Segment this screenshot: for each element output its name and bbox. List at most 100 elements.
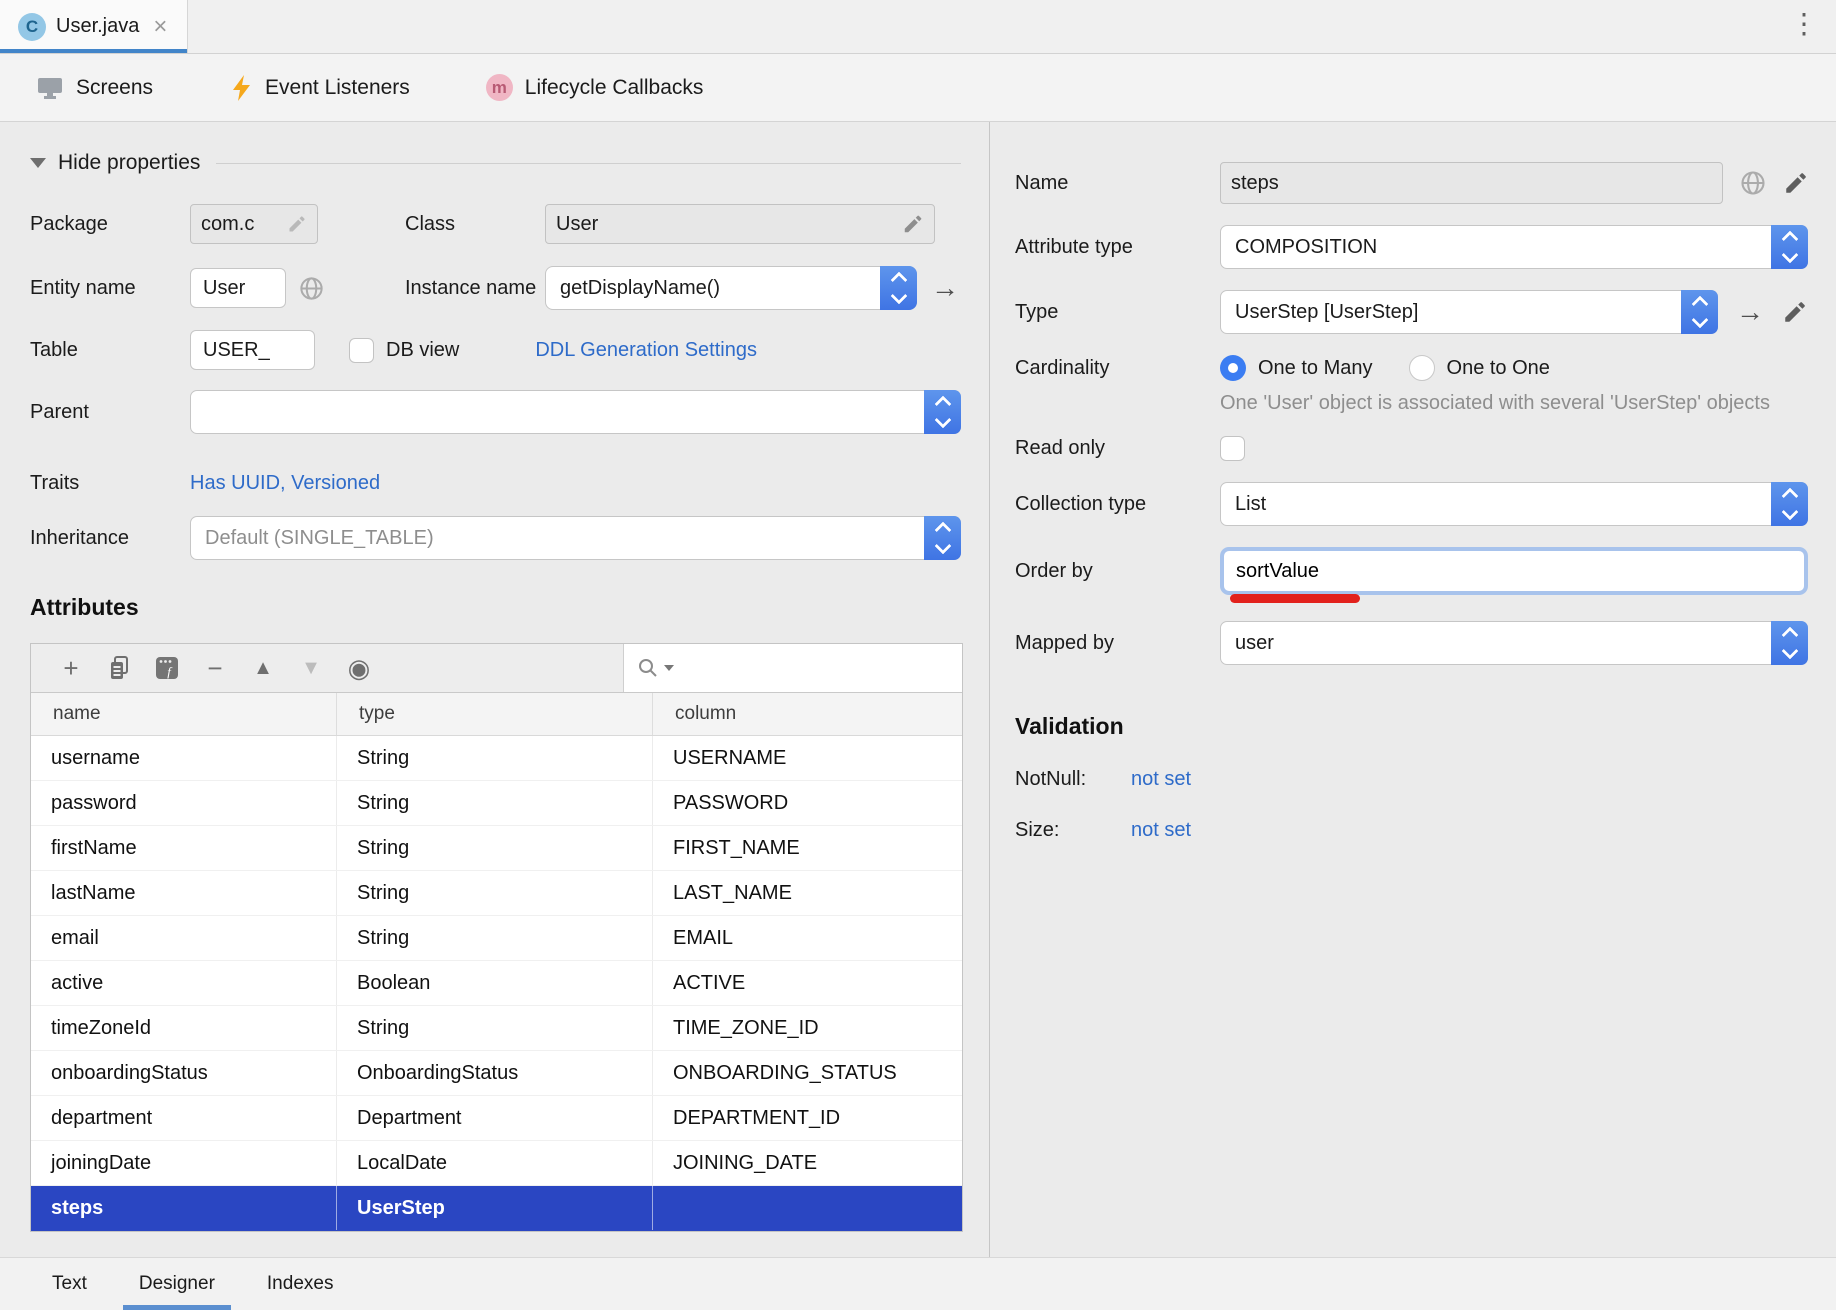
traits-link[interactable]: Has UUID, Versioned bbox=[190, 472, 380, 495]
read-only-checkbox[interactable] bbox=[1220, 436, 1245, 461]
mapped-by-dropdown[interactable]: user bbox=[1220, 621, 1808, 665]
navigate-arrow-icon[interactable]: → bbox=[931, 274, 959, 302]
type-dropdown[interactable]: UserStep [UserStep] bbox=[1220, 290, 1718, 334]
attr-name[interactable]: username bbox=[31, 736, 337, 780]
attr-column[interactable]: LAST_NAME bbox=[653, 871, 962, 915]
move-up-button[interactable]: ▲ bbox=[239, 644, 287, 692]
collection-type-dropdown[interactable]: List bbox=[1220, 482, 1808, 526]
attr-type[interactable]: Boolean bbox=[337, 961, 653, 1005]
attr-type[interactable]: LocalDate bbox=[337, 1141, 653, 1185]
attr-type[interactable]: OnboardingStatus bbox=[337, 1051, 653, 1095]
edit-pencil-icon[interactable] bbox=[287, 214, 307, 234]
stepper-control[interactable] bbox=[1681, 290, 1718, 334]
kebab-menu-icon[interactable]: ⋮ bbox=[1790, 10, 1818, 38]
attr-name[interactable]: email bbox=[31, 916, 337, 960]
screens-button[interactable]: Screens bbox=[36, 75, 153, 101]
attr-type[interactable]: Department bbox=[337, 1096, 653, 1140]
event-listeners-button[interactable]: Event Listeners bbox=[229, 74, 410, 102]
lifecycle-callbacks-button[interactable]: m Lifecycle Callbacks bbox=[486, 74, 704, 101]
table-row-selected[interactable]: steps UserStep bbox=[31, 1186, 962, 1231]
table-row[interactable]: onboardingStatus OnboardingStatus ONBOAR… bbox=[31, 1051, 962, 1096]
search-options-caret-icon[interactable] bbox=[664, 665, 674, 671]
copy-attribute-button[interactable] bbox=[95, 644, 143, 692]
attribute-search[interactable] bbox=[623, 644, 962, 692]
stepper-control[interactable] bbox=[924, 390, 961, 434]
attr-column[interactable]: ONBOARDING_STATUS bbox=[653, 1051, 962, 1095]
stepper-control[interactable] bbox=[1771, 482, 1808, 526]
stepper-control[interactable] bbox=[880, 266, 917, 310]
attr-column[interactable] bbox=[653, 1186, 962, 1230]
table-row[interactable]: email String EMAIL bbox=[31, 916, 962, 961]
column-header-name[interactable]: name bbox=[31, 693, 337, 735]
edit-pencil-icon[interactable] bbox=[1782, 299, 1808, 325]
table-row[interactable]: firstName String FIRST_NAME bbox=[31, 826, 962, 871]
tab-indexes[interactable]: Indexes bbox=[241, 1258, 360, 1310]
table-row[interactable]: password String PASSWORD bbox=[31, 781, 962, 826]
attribute-name-field[interactable]: steps bbox=[1220, 162, 1723, 204]
attr-column[interactable]: USERNAME bbox=[653, 736, 962, 780]
table-row[interactable]: username String USERNAME bbox=[31, 736, 962, 781]
edit-pencil-icon[interactable] bbox=[902, 213, 924, 235]
attr-column[interactable]: PASSWORD bbox=[653, 781, 962, 825]
attr-name[interactable]: steps bbox=[31, 1186, 337, 1230]
attr-name[interactable]: timeZoneId bbox=[31, 1006, 337, 1050]
attr-column[interactable]: ACTIVE bbox=[653, 961, 962, 1005]
table-row[interactable]: lastName String LAST_NAME bbox=[31, 871, 962, 916]
add-attribute-button[interactable]: + bbox=[47, 644, 95, 692]
instance-name-combobox[interactable]: getDisplayName() bbox=[545, 266, 917, 310]
globe-icon[interactable] bbox=[298, 275, 325, 302]
attr-type[interactable]: String bbox=[337, 1006, 653, 1050]
table-row[interactable]: joiningDate LocalDate JOINING_DATE bbox=[31, 1141, 962, 1186]
edit-pencil-icon[interactable] bbox=[1783, 170, 1809, 196]
tab-text[interactable]: Text bbox=[26, 1258, 113, 1310]
attribute-type-dropdown[interactable]: COMPOSITION bbox=[1220, 225, 1808, 269]
inheritance-dropdown[interactable]: Default (SINGLE_TABLE) bbox=[190, 516, 961, 560]
size-value-link[interactable]: not set bbox=[1131, 819, 1191, 842]
attr-column[interactable]: JOINING_DATE bbox=[653, 1141, 962, 1185]
attr-name[interactable]: active bbox=[31, 961, 337, 1005]
stepper-control[interactable] bbox=[1771, 225, 1808, 269]
one-to-one-radio[interactable] bbox=[1409, 355, 1435, 381]
db-view-checkbox[interactable] bbox=[349, 338, 374, 363]
notnull-value-link[interactable]: not set bbox=[1131, 768, 1191, 791]
order-by-input[interactable] bbox=[1224, 551, 1804, 591]
remove-attribute-button[interactable]: − bbox=[191, 644, 239, 692]
globe-icon[interactable] bbox=[1739, 169, 1767, 197]
attr-type[interactable]: String bbox=[337, 871, 653, 915]
attr-name[interactable]: password bbox=[31, 781, 337, 825]
attr-type[interactable]: String bbox=[337, 781, 653, 825]
ddl-generation-settings-link[interactable]: DDL Generation Settings bbox=[535, 339, 757, 362]
navigate-arrow-icon[interactable]: → bbox=[1736, 298, 1764, 326]
table-name-field[interactable]: USER_ bbox=[190, 330, 315, 370]
package-field[interactable]: com.c bbox=[190, 204, 318, 244]
table-row[interactable]: timeZoneId String TIME_ZONE_ID bbox=[31, 1006, 962, 1051]
close-icon[interactable]: × bbox=[153, 15, 167, 39]
visibility-button[interactable]: ◉ bbox=[335, 644, 383, 692]
one-to-many-radio[interactable] bbox=[1220, 355, 1246, 381]
attr-type[interactable]: String bbox=[337, 736, 653, 780]
create-dto-button[interactable]: f bbox=[143, 644, 191, 692]
stepper-control[interactable] bbox=[1771, 621, 1808, 665]
attr-column[interactable]: FIRST_NAME bbox=[653, 826, 962, 870]
attr-column[interactable]: DEPARTMENT_ID bbox=[653, 1096, 962, 1140]
table-row[interactable]: department Department DEPARTMENT_ID bbox=[31, 1096, 962, 1141]
stepper-control[interactable] bbox=[924, 516, 961, 560]
attr-name[interactable]: firstName bbox=[31, 826, 337, 870]
attr-type[interactable]: String bbox=[337, 916, 653, 960]
attr-type[interactable]: UserStep bbox=[337, 1186, 653, 1230]
search-input[interactable] bbox=[676, 643, 962, 693]
attr-column[interactable]: EMAIL bbox=[653, 916, 962, 960]
attr-name[interactable]: onboardingStatus bbox=[31, 1051, 337, 1095]
attr-name[interactable]: department bbox=[31, 1096, 337, 1140]
tab-user-java[interactable]: C User.java × bbox=[0, 0, 188, 53]
tab-designer[interactable]: Designer bbox=[113, 1258, 241, 1310]
class-field[interactable]: User bbox=[545, 204, 935, 244]
parent-dropdown[interactable] bbox=[190, 390, 961, 434]
entity-name-field[interactable]: User bbox=[190, 268, 286, 308]
column-header-type[interactable]: type bbox=[337, 693, 653, 735]
attr-name[interactable]: lastName bbox=[31, 871, 337, 915]
attr-column[interactable]: TIME_ZONE_ID bbox=[653, 1006, 962, 1050]
column-header-column[interactable]: column bbox=[653, 693, 962, 735]
table-row[interactable]: active Boolean ACTIVE bbox=[31, 961, 962, 1006]
move-down-button[interactable]: ▼ bbox=[287, 644, 335, 692]
